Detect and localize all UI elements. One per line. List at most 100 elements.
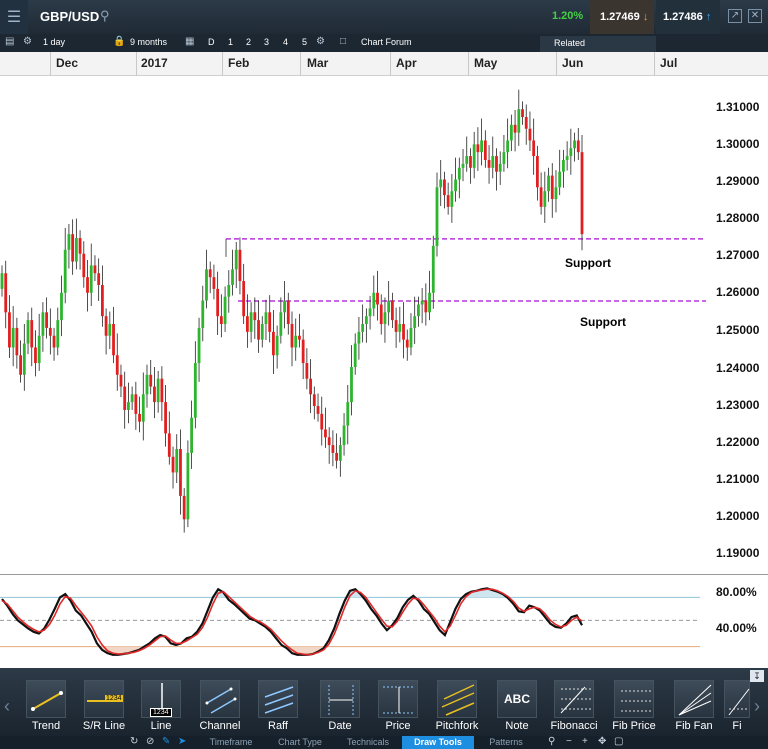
tool-channel[interactable]: Channel [194, 680, 246, 732]
clear-icon[interactable]: ⊘ [146, 736, 154, 747]
hamburger-menu-icon[interactable]: ☰ [0, 0, 28, 34]
tool-pitchfork[interactable]: Pitchfork [431, 680, 483, 732]
tool-price[interactable]: Price [372, 680, 424, 732]
cursor-icon[interactable]: ➤ [178, 736, 186, 747]
price-tick-label: 1.26000 [716, 285, 760, 299]
candle-body [19, 355, 22, 375]
pitchfork-icon [437, 680, 477, 718]
date-label: Mar [307, 56, 329, 70]
pencil-icon[interactable]: ✎ [162, 736, 170, 747]
candle-body [0, 273, 4, 289]
up-arrow-icon: ↑ [705, 11, 712, 23]
stochastic-plot[interactable] [0, 575, 706, 667]
calendar-icon[interactable]: ▦ [185, 36, 194, 47]
candle-body [201, 300, 205, 328]
tool-fib-fan[interactable]: Fib Fan [668, 680, 720, 732]
close-icon[interactable]: ✕ [748, 9, 762, 23]
candle-body [208, 269, 212, 278]
tool-label: Raff [268, 720, 288, 732]
tool-icon-text: ABC [504, 692, 530, 706]
candle-body [446, 195, 450, 207]
bottom-tab-bar: ↻ ⊘ ✎ ➤ Timeframe Chart Type Technicals … [0, 736, 768, 749]
candle-body [26, 320, 30, 344]
tool-date[interactable]: Date [314, 680, 366, 732]
tool-line[interactable]: 1234 Line [135, 680, 187, 732]
tab-patterns[interactable]: Patterns [474, 736, 538, 749]
candle-body [216, 288, 220, 317]
oscillator-panel[interactable] [0, 574, 768, 666]
interval-selector[interactable]: 1 day [43, 37, 65, 47]
support-label[interactable]: Support [565, 256, 611, 270]
scroll-right-icon[interactable]: › [754, 696, 760, 717]
candle-body [498, 163, 502, 172]
zoom-in-icon[interactable]: + [582, 736, 588, 747]
candle-body [312, 394, 316, 407]
sell-price-button[interactable]: 1.27469 ↓ [590, 0, 654, 34]
tool-raff[interactable]: Raff [252, 680, 304, 732]
draw-tools-bar: ‹ › ↧ Trend 1234 S/R Line 1234 Line Chan… [0, 668, 768, 736]
zoom-search-icon[interactable]: ⚲ [548, 736, 555, 747]
scroll-left-icon[interactable]: ‹ [4, 696, 10, 717]
settings-gear-icon[interactable]: ⚙ [316, 36, 325, 47]
related-button[interactable]: Related [540, 36, 656, 52]
search-icon[interactable]: ⚲ [100, 8, 110, 24]
candle-body [376, 292, 379, 305]
date-axis: Dec 2017 Feb Mar Apr May Jun Jul [0, 52, 768, 76]
price-tick-label: 1.31000 [716, 100, 760, 114]
fit-icon[interactable]: ▢ [614, 736, 623, 747]
instrument-symbol[interactable]: GBP/USD [40, 9, 99, 24]
price-tick-label: 1.28000 [716, 211, 760, 225]
period-button-5[interactable]: 5 [302, 37, 307, 47]
candle-body [156, 378, 160, 403]
support-label[interactable]: Support [580, 315, 626, 329]
candle-body [338, 445, 342, 461]
price-chart[interactable] [0, 76, 768, 574]
candle-body [160, 378, 164, 403]
gear-icon[interactable]: ⚙ [23, 36, 32, 47]
tool-fibonacci[interactable]: Fibonacci [548, 680, 600, 732]
tab-timeframe[interactable]: Timeframe [196, 736, 266, 749]
sell-price: 1.27469 [600, 11, 640, 23]
candle-body [242, 281, 246, 317]
range-selector[interactable]: 9 months [130, 37, 167, 47]
candle-body [539, 187, 543, 207]
period-button-2[interactable]: 2 [246, 37, 251, 47]
layout-icon[interactable]: ▤ [5, 36, 14, 47]
candle-body [335, 452, 339, 461]
period-button-d[interactable]: D [208, 37, 215, 47]
chat-bubble-icon[interactable]: □ [340, 36, 346, 47]
date-range-icon [320, 680, 360, 718]
chart-forum-button[interactable]: Chart Forum [361, 37, 412, 47]
tool-trend[interactable]: Trend [20, 680, 72, 732]
period-button-3[interactable]: 3 [264, 37, 269, 47]
candle-body [164, 402, 167, 434]
tab-draw-tools[interactable]: Draw Tools [402, 736, 474, 749]
tab-technicals[interactable]: Technicals [334, 736, 402, 749]
candle-body [350, 366, 353, 403]
collapse-icon[interactable]: ↧ [750, 670, 764, 682]
period-button-1[interactable]: 1 [228, 37, 233, 47]
tab-chart-type[interactable]: Chart Type [266, 736, 334, 749]
candle-body [509, 124, 513, 141]
refresh-icon[interactable]: ↻ [130, 736, 138, 747]
candle-body [417, 304, 420, 317]
zoom-out-icon[interactable]: − [566, 736, 572, 747]
candle-body [8, 312, 11, 348]
candle-body [231, 269, 234, 285]
pan-icon[interactable]: ✥ [598, 736, 606, 747]
fibonacci-icon [554, 680, 594, 718]
period-button-4[interactable]: 4 [283, 37, 288, 47]
chart-toolbar: ▤ ⚙ 1 day 🔒 9 months ▦ D 1 2 3 4 5 ⚙ □ C… [0, 34, 768, 52]
candle-body [324, 429, 327, 438]
candle-body [149, 374, 153, 387]
tool-note[interactable]: ABC Note [491, 680, 543, 732]
tool-fib-partial[interactable]: Fi [724, 680, 750, 732]
tool-fib-price[interactable]: Fib Price [608, 680, 660, 732]
buy-price-button[interactable]: 1.27486 ↑ [656, 0, 720, 34]
candle-body [193, 363, 197, 418]
lock-icon[interactable]: 🔒 [113, 36, 125, 47]
candle-body [576, 140, 580, 153]
oscillator-tick-label: 40.00% [716, 621, 757, 635]
popout-icon[interactable]: ↗ [728, 9, 742, 23]
tool-sr-line[interactable]: 1234 S/R Line [78, 680, 130, 732]
